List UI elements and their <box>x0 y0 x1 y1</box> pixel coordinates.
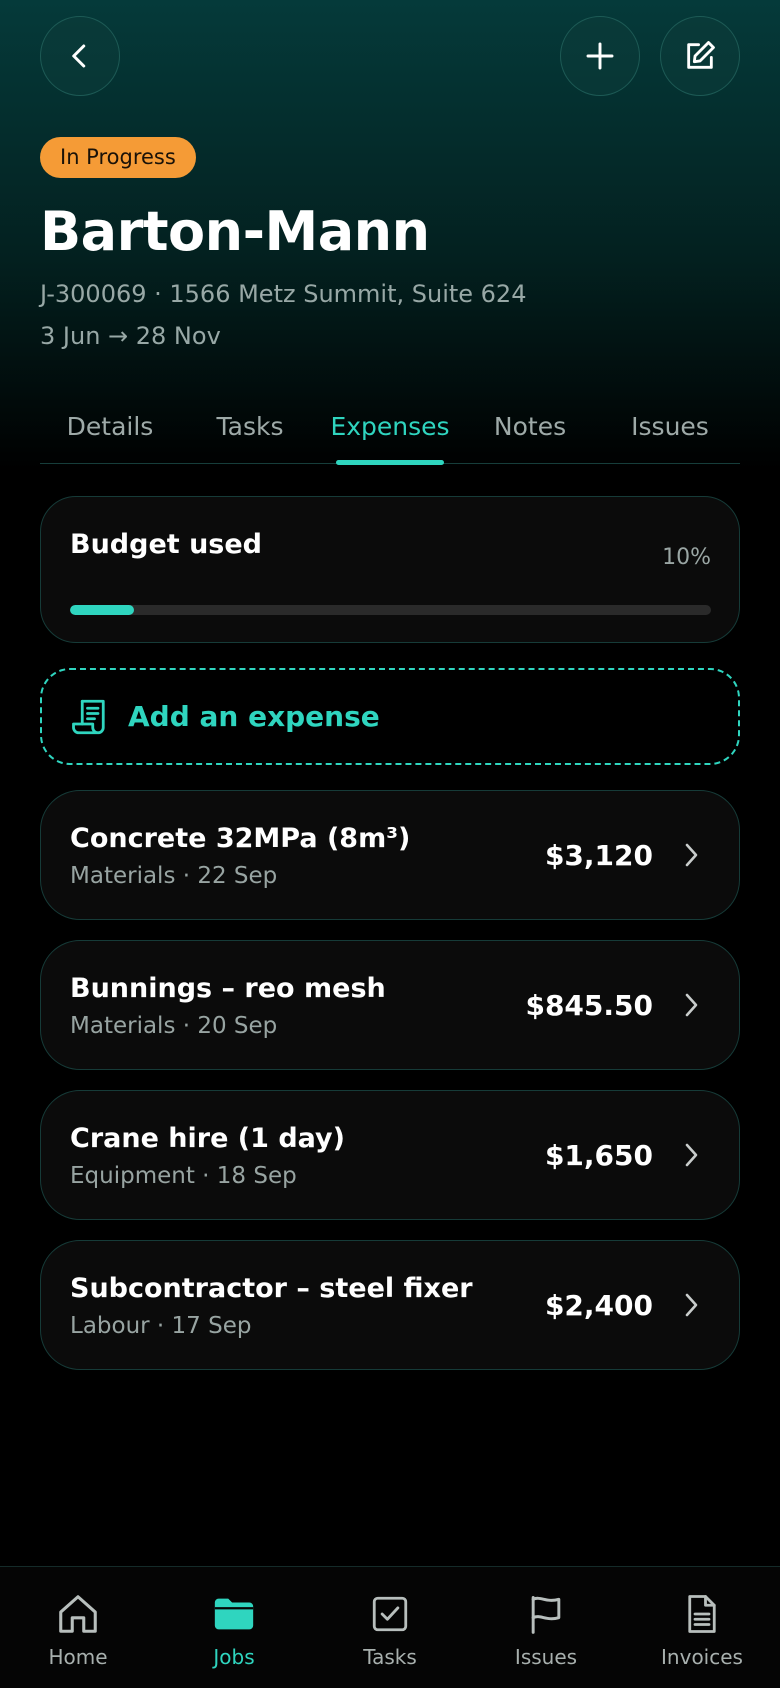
tab-notes[interactable]: Notes <box>460 400 600 463</box>
tab-expenses[interactable]: Expenses <box>320 400 460 463</box>
chevron-right-icon <box>685 993 698 1017</box>
edit-icon <box>687 41 715 69</box>
expense-item[interactable]: Crane hire (1 day) Equipment · 18 Sep $1… <box>40 1090 740 1220</box>
tab-tasks[interactable]: Tasks <box>180 400 320 463</box>
expense-meta: Materials · 22 Sep <box>70 863 278 889</box>
tab-bar: Details Tasks Expenses Notes Issues <box>40 400 740 464</box>
expense-meta: Materials · 20 Sep <box>70 1013 278 1039</box>
nav-label: Tasks <box>363 1645 417 1669</box>
expense-name: Concrete 32MPa (8m³) <box>70 823 411 854</box>
budget-progress-fill <box>70 605 135 615</box>
nav-label: Invoices <box>661 1645 743 1669</box>
nav-label: Jobs <box>213 1645 255 1669</box>
folder-icon <box>211 1591 257 1637</box>
add-button[interactable] <box>560 16 640 96</box>
add-expense-label: Add an expense <box>128 700 380 733</box>
expense-amount: $2,400 <box>544 1289 653 1322</box>
receipt-icon <box>70 696 112 738</box>
nav-item-issues[interactable]: Issues <box>468 1567 624 1688</box>
back-button[interactable] <box>40 16 120 96</box>
expense-item[interactable]: Concrete 32MPa (8m³) Materials · 22 Sep … <box>40 790 740 920</box>
job-dates: 3 Jun → 28 Nov <box>40 322 221 350</box>
tab-details[interactable]: Details <box>40 400 180 463</box>
status-badge: In Progress <box>40 137 196 178</box>
chevron-right-icon <box>685 1293 698 1317</box>
nav-item-invoices[interactable]: Invoices <box>624 1567 780 1688</box>
add-expense-button[interactable]: Add an expense <box>40 668 740 765</box>
expense-amount: $845.50 <box>525 989 653 1022</box>
expense-item[interactable]: Bunnings – reo mesh Materials · 20 Sep $… <box>40 940 740 1070</box>
edit-button[interactable] <box>660 16 740 96</box>
chevron-left-icon <box>72 44 86 68</box>
expense-amount: $1,650 <box>544 1139 653 1172</box>
budget-percent: 10% <box>662 545 711 570</box>
expense-meta: Labour · 17 Sep <box>70 1313 252 1339</box>
expense-item[interactable]: Subcontractor – steel fixer Labour · 17 … <box>40 1240 740 1370</box>
page-title: Barton-Mann <box>40 200 430 263</box>
chevron-right-icon <box>685 843 698 867</box>
nav-item-tasks[interactable]: Tasks <box>312 1567 468 1688</box>
chevron-right-icon <box>685 1143 698 1167</box>
document-icon <box>681 1591 723 1637</box>
job-reference-address: J-300069 · 1566 Metz Summit, Suite 624 <box>40 280 527 308</box>
nav-label: Home <box>48 1645 108 1669</box>
budget-title: Budget used <box>70 529 263 560</box>
bottom-nav: Home Jobs Tasks Issues Invoices <box>0 1566 780 1688</box>
nav-label: Issues <box>514 1645 578 1669</box>
plus-icon <box>586 42 614 70</box>
job-detail-screen: In Progress Barton-Mann J-300069 · 1566 … <box>0 0 780 1688</box>
budget-card: Budget used 10% <box>40 496 740 643</box>
expense-name: Bunnings – reo mesh <box>70 973 386 1004</box>
budget-progress-track <box>70 605 711 615</box>
expense-name: Subcontractor – steel fixer <box>70 1273 473 1304</box>
expense-name: Crane hire (1 day) <box>70 1123 345 1154</box>
nav-item-jobs[interactable]: Jobs <box>156 1567 312 1688</box>
expense-amount: $3,120 <box>544 839 653 872</box>
nav-item-home[interactable]: Home <box>0 1567 156 1688</box>
flag-icon <box>524 1591 568 1637</box>
tab-issues[interactable]: Issues <box>600 400 740 463</box>
expense-meta: Equipment · 18 Sep <box>70 1163 297 1189</box>
home-icon <box>55 1591 101 1637</box>
checkbox-icon <box>369 1591 411 1637</box>
